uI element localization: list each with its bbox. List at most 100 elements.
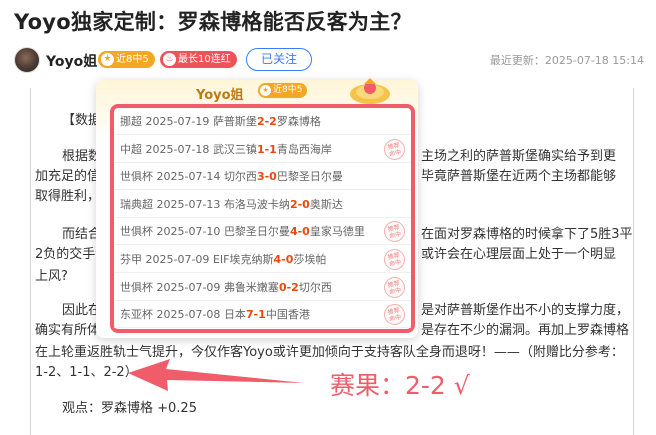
score-reference: 1-2、1-1、2-2）: [35, 365, 138, 380]
star-icon: ★: [260, 85, 271, 96]
score-value: 2: [289, 197, 298, 211]
streak-text: 最长10连红: [178, 54, 231, 65]
list-item[interactable]: 中超 2025-07-18 武汉三镇1-1青岛西海岸 推荐 命中: [114, 136, 411, 163]
match-away: 青岛西海岸: [276, 142, 332, 156]
list-item[interactable]: 世俱杯 2025-07-14 切尔西3-0巴黎圣日尔曼: [114, 163, 411, 191]
match-text: 世俱杯 2025-07-09 弗鲁米嫩塞0-2切尔西: [120, 274, 332, 301]
match-league: 芬甲: [120, 253, 142, 266]
match-league: 世俱杯: [120, 280, 153, 294]
score-value: 3: [256, 170, 265, 184]
follow-button[interactable]: 已关注: [246, 48, 312, 71]
match-date: 2025-07-10: [156, 225, 221, 239]
match-text: 瑞典超 2025-07-13 布洛马波卡纳2-0奥斯达: [120, 191, 343, 218]
match-away: 罗森博格: [276, 115, 321, 128]
list-item[interactable]: 世俱杯 2025-07-10 巴黎圣日尔曼4-0皇家马德里 推荐 命中: [114, 218, 411, 246]
match-date: 2025-07-13: [156, 197, 221, 211]
score-value: 2: [291, 280, 299, 294]
popup-record-text: 近8中5: [273, 85, 303, 95]
score-value: 4: [289, 225, 298, 239]
hit-stamp-icon: 推荐 命中: [382, 247, 407, 272]
paragraph-line: 在上轮重返胜轨士气提升，今仅作客Yoyo或许更加倾向于支持客队全身而退呀！——（…: [35, 345, 624, 360]
match-away: 皇家马德里: [309, 225, 365, 239]
list-item[interactable]: 挪超 2025-07-19 萨普斯堡2-2罗森博格: [114, 108, 411, 135]
trophy-emblem-icon: [350, 78, 390, 104]
score-value: 4: [273, 253, 282, 266]
match-text: 世俱杯 2025-07-14 切尔西3-0巴黎圣日尔曼: [120, 163, 343, 190]
match-league: 中超: [120, 142, 142, 156]
hit-stamp-icon: 推荐 命中: [382, 219, 407, 245]
match-record-list: 挪超 2025-07-19 萨普斯堡2-2罗森博格 中超 2025-07-18 武…: [110, 104, 415, 333]
result-label: 赛果：2-2 √: [330, 371, 470, 400]
match-home: 武汉三镇: [212, 142, 257, 156]
paragraph-fragment: 毕竟萨普斯堡在近两个主场都能够: [421, 169, 617, 184]
popup-record-badge: ★ 近8中5: [258, 83, 308, 98]
match-text: 世俱杯 2025-07-10 巴黎圣日尔曼4-0皇家马德里: [120, 218, 365, 245]
flame-icon: ♨: [163, 53, 176, 66]
score-value: 1: [258, 308, 266, 322]
score-value: 0: [302, 197, 310, 211]
score-value: 0: [278, 280, 287, 294]
score-value: 1: [269, 142, 277, 156]
score-value: 2: [269, 115, 277, 128]
match-league: 瑞典超: [120, 197, 153, 211]
match-home: 萨普斯堡: [212, 115, 257, 128]
paragraph-fragment: 主场之利的萨普斯堡确实给予到更: [421, 149, 617, 164]
hit-stamp-icon: 推荐 命中: [382, 274, 407, 300]
match-date: 2025-07-09: [156, 280, 221, 294]
match-away: 奥斯达: [309, 197, 343, 211]
article-title: Yoyo独家定制：罗森博格能否反客为主？: [14, 10, 412, 34]
match-home: 切尔西: [223, 170, 257, 184]
match-home: EIF埃克纳斯: [212, 253, 274, 266]
match-date: 2025-07-09: [145, 253, 210, 266]
paragraph-fragment: 或许会在心理层面上处于一个明显: [421, 247, 617, 262]
match-away: 莎埃帕: [293, 253, 327, 266]
match-text: 挪超 2025-07-19 萨普斯堡2-2罗森博格: [120, 108, 321, 135]
match-text: 东亚杯 2025-07-08 日本7-1中国香港: [120, 301, 310, 328]
list-item[interactable]: 世俱杯 2025-07-09 弗鲁米嫩塞0-2切尔西 推荐 命中: [114, 274, 411, 301]
match-home: 弗鲁米嫩塞: [223, 280, 279, 294]
pointer-arrow-icon: [128, 359, 304, 391]
paragraph-fragment: 上风?: [35, 269, 68, 284]
paragraph-fragment: 是对萨普斯堡作出不小的支撑力度，: [421, 303, 630, 318]
match-home: 布洛马波卡纳: [223, 197, 290, 211]
paragraph-fragment: 是存在不少的漏洞。再加上罗森博格: [421, 323, 630, 338]
match-date: 2025-07-08: [156, 308, 221, 322]
list-item[interactable]: 东亚杯 2025-07-08 日本7-1中国香港 推荐 命中: [114, 301, 411, 329]
match-home: 巴黎圣日尔曼: [223, 225, 290, 239]
paragraph-fragment: 在面对罗森博格的时候拿下了5胜3平: [421, 227, 633, 242]
recent-record-text: 近8中5: [116, 54, 149, 65]
match-date: 2025-07-18: [145, 142, 210, 156]
recent-record-badge: ★ 近8中5: [98, 51, 155, 68]
star-icon: ★: [101, 53, 114, 66]
match-league: 挪超: [120, 115, 142, 128]
score-value: 1: [256, 142, 265, 156]
match-league: 世俱杯: [120, 225, 153, 239]
match-league: 世俱杯: [120, 170, 153, 184]
hit-stamp-icon: 推荐 命中: [382, 136, 407, 162]
score-value: 0: [269, 170, 277, 184]
paragraph-fragment: 确实有所体: [35, 323, 101, 338]
paragraph-fragment: 取得胜利，: [35, 189, 101, 204]
score-value: 7: [245, 308, 254, 322]
score-value: 2: [256, 115, 265, 128]
match-league: 东亚杯: [120, 308, 153, 322]
match-date: 2025-07-19: [145, 115, 210, 128]
match-home: 日本: [223, 308, 246, 322]
streak-badge: ♨ 最长10连红: [160, 51, 237, 68]
paragraph-fragment: 加充足的信: [35, 169, 101, 184]
match-away: 中国香港: [265, 308, 310, 322]
match-text: 芬甲 2025-07-09 EIF埃克纳斯4-0莎埃帕: [120, 246, 326, 273]
list-item[interactable]: 瑞典超 2025-07-13 布洛马波卡纳2-0奥斯达: [114, 191, 411, 218]
update-time: 最近更新：2025-07-18 15:14: [489, 54, 644, 67]
avatar[interactable]: [14, 47, 40, 73]
match-date: 2025-07-14: [156, 170, 221, 184]
match-away: 巴黎圣日尔曼: [276, 170, 343, 184]
popup-author: Yoyo姐: [196, 88, 244, 103]
author-row: Yoyo姐 ★ 近8中5 ♨ 最长10连红 已关注 最近更新：2025-07-1…: [14, 46, 644, 74]
list-item[interactable]: 芬甲 2025-07-09 EIF埃克纳斯4-0莎埃帕 推荐 命中: [114, 246, 411, 273]
hit-stamp-icon: 推荐 命中: [382, 302, 407, 328]
match-away: 切尔西: [298, 280, 332, 294]
score-value: 0: [302, 225, 310, 239]
author-name[interactable]: Yoyo姐: [46, 51, 97, 71]
match-text: 中超 2025-07-18 武汉三镇1-1青岛西海岸: [120, 136, 332, 163]
